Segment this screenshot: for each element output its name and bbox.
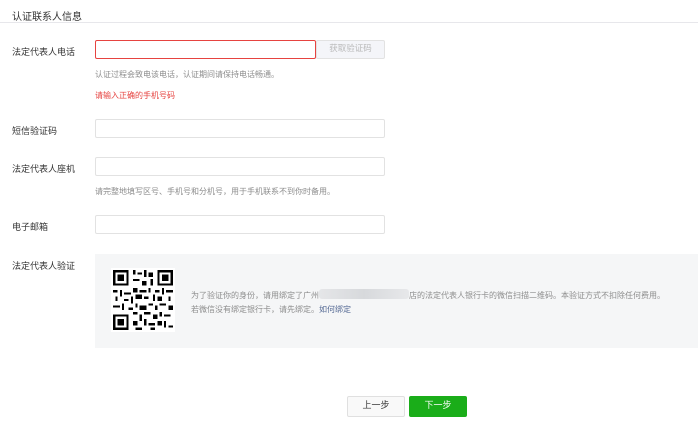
email-input[interactable] — [95, 215, 385, 234]
phone-hint: 认证过程会致电该电话，认证期间请保持电话畅通。 — [95, 70, 279, 79]
phone-error: 请输入正确的手机号码 — [95, 91, 175, 100]
phone-input[interactable] — [95, 40, 316, 59]
email-label: 电子邮箱 — [12, 223, 49, 233]
phone-label: 法定代表人电话 — [12, 48, 76, 58]
verify-instructions: 为了验证你的身份，请用绑定了广州 店的法定代表人银行卡的微信扫描二维码。本验证方式… — [191, 289, 691, 317]
qr-verify-panel: 为了验证你的身份，请用绑定了广州 店的法定代表人银行卡的微信扫描二维码。本验证方式… — [95, 254, 698, 348]
get-code-button[interactable]: 获取验证码 — [316, 40, 385, 59]
landline-hint: 请完整地填写区号、手机号和分机号，用于手机联系不到你时备用。 — [95, 187, 335, 196]
landline-label: 法定代表人座机 — [12, 165, 76, 175]
sms-code-input[interactable] — [95, 119, 385, 138]
how-to-bind-link[interactable]: 如何绑定 — [319, 305, 351, 314]
sms-label: 短信验证码 — [12, 127, 58, 137]
verify-label: 法定代表人验证 — [12, 262, 76, 272]
verify-text-line2: 若微信没有绑定银行卡，请先绑定。 — [191, 305, 319, 314]
section-divider — [0, 22, 698, 23]
redacted-store-name — [319, 289, 409, 299]
prev-step-button[interactable]: 上一步 — [347, 396, 405, 417]
verify-text-before: 为了验证你的身份，请用绑定了广州 — [191, 291, 319, 300]
next-step-button[interactable]: 下一步 — [409, 396, 467, 417]
verify-text-after: 店的法定代表人银行卡的微信扫描二维码。本验证方式不扣除任何费用。 — [409, 291, 665, 300]
qr-code — [111, 268, 175, 332]
section-title: 认证联系人信息 — [12, 12, 82, 23]
landline-input[interactable] — [95, 157, 385, 176]
